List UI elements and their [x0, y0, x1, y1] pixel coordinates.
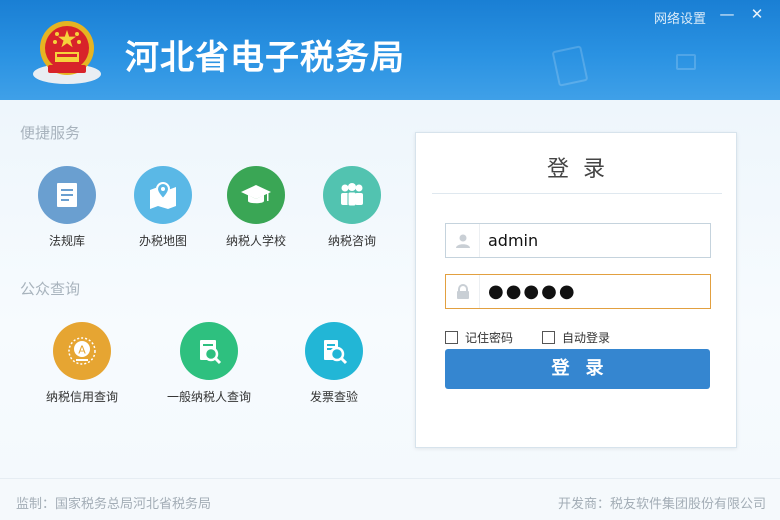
- service-credit-query[interactable]: A 纳税信用查询: [27, 322, 137, 405]
- national-emblem-icon: [28, 12, 106, 90]
- header-decoration: [676, 54, 696, 70]
- service-tax-consult[interactable]: 纳税咨询: [297, 166, 407, 249]
- service-label: 法规库: [48, 234, 85, 248]
- remember-password-checkbox[interactable]: 记住密码: [445, 329, 513, 346]
- username-input[interactable]: [480, 224, 700, 257]
- app-title: 河北省电子税务局: [125, 38, 405, 78]
- lock-icon: [446, 275, 480, 308]
- remember-password-label: 记住密码: [465, 331, 514, 345]
- password-input[interactable]: [480, 275, 700, 308]
- credit-badge-icon: A: [53, 322, 111, 380]
- service-invoice-check[interactable]: 发票查验: [279, 322, 389, 405]
- taxpayer-search-icon: [180, 322, 238, 380]
- auto-login-label: 自动登录: [562, 331, 611, 345]
- checkbox-box[interactable]: [542, 331, 555, 344]
- law-library-icon: [38, 166, 96, 224]
- username-field[interactable]: [445, 223, 711, 258]
- service-label: 发票查验: [309, 390, 358, 404]
- checkbox-box[interactable]: [445, 331, 458, 344]
- svg-text:A: A: [78, 344, 86, 357]
- service-label: 纳税咨询: [327, 234, 376, 248]
- footer: 监制：国家税务总局河北省税务局 开发商：税友软件集团股份有限公司: [0, 478, 780, 520]
- header-bar: 河北省电子税务局 网络设置 — ✕: [0, 0, 780, 100]
- service-law-library[interactable]: 法规库: [12, 166, 122, 249]
- auto-login-checkbox[interactable]: 自动登录: [542, 329, 610, 346]
- service-taxpayer-query[interactable]: 一般纳税人查询: [154, 322, 264, 405]
- service-label: 纳税信用查询: [45, 390, 118, 404]
- header-decoration: [551, 45, 589, 87]
- user-icon: [446, 224, 480, 257]
- login-button[interactable]: 登录: [445, 349, 710, 389]
- close-button[interactable]: ✕: [746, 4, 768, 24]
- password-field[interactable]: [445, 274, 711, 309]
- network-settings-link[interactable]: 网络设置: [654, 8, 706, 27]
- graduation-cap-icon: [227, 166, 285, 224]
- service-taxpayer-school[interactable]: 纳税人学校: [201, 166, 311, 249]
- consult-people-icon: [323, 166, 381, 224]
- invoice-check-icon: [305, 322, 363, 380]
- minimize-button[interactable]: —: [716, 4, 738, 24]
- service-label: 一般纳税人查询: [166, 390, 251, 404]
- public-query-title: 公众查询: [20, 280, 81, 298]
- login-title: 登录: [546, 157, 619, 182]
- supervisor-text: 监制：国家税务总局河北省税务局: [16, 497, 212, 512]
- divider: [432, 193, 722, 194]
- map-icon: [134, 166, 192, 224]
- developer-text: 开发商：税友软件集团股份有限公司: [557, 497, 766, 512]
- quick-services-title: 便捷服务: [20, 124, 81, 142]
- login-panel: 登录 记住密码 自动登录 登录: [415, 132, 737, 448]
- service-label: 纳税人学校: [225, 234, 286, 248]
